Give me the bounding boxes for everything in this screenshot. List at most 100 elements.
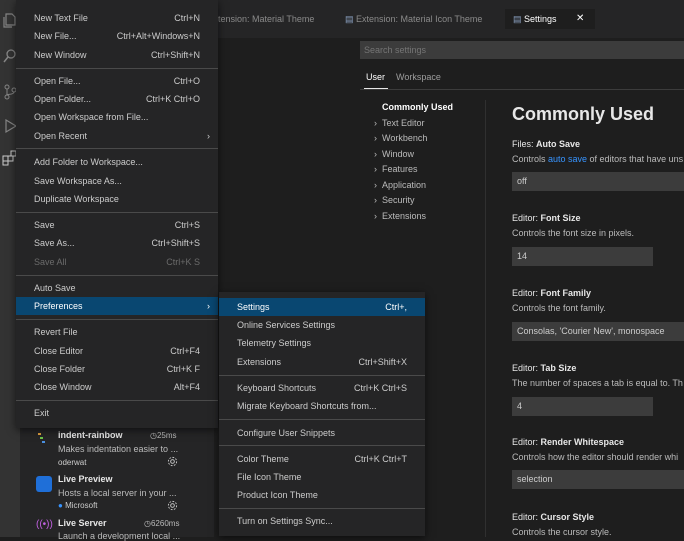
- setting-description: Controls auto save of editors that have …: [512, 154, 684, 164]
- menu-item-new-window[interactable]: New Window Ctrl+Shift+N: [16, 46, 218, 64]
- tab-workspace[interactable]: Workspace: [396, 72, 441, 82]
- menu-item-preferences[interactable]: Preferences ›: [16, 297, 218, 315]
- menu-item-keyboard-shortcuts[interactable]: Keyboard Shortcuts Ctrl+K Ctrl+S: [219, 379, 425, 397]
- menu-item-exit[interactable]: Exit: [16, 404, 218, 422]
- menu-separator: [219, 419, 425, 420]
- tab-user[interactable]: User: [366, 72, 385, 82]
- toc-features[interactable]: › Features: [374, 164, 418, 174]
- toc-application[interactable]: › Application: [374, 180, 426, 190]
- menu-item-save-as[interactable]: Save As... Ctrl+Shift+S: [16, 234, 218, 252]
- menu-item-migrate-keyboard-shortcuts[interactable]: Migrate Keyboard Shortcuts from...: [219, 397, 425, 415]
- menu-separator: [16, 68, 218, 69]
- menu-separator: [219, 508, 425, 509]
- menu-item-close-folder[interactable]: Close Folder Ctrl+K F: [16, 360, 218, 378]
- chevron-right-icon: ›: [374, 118, 377, 128]
- menu-item-close-window[interactable]: Close Window Alt+F4: [16, 378, 218, 396]
- menu-item-color-theme[interactable]: Color Theme Ctrl+K Ctrl+T: [219, 450, 425, 468]
- menu-item-turn-on-settings-sync[interactable]: Turn on Settings Sync...: [219, 512, 425, 530]
- menu-item-save-all: Save All Ctrl+K S: [34, 257, 200, 267]
- search-settings-input[interactable]: [360, 41, 684, 59]
- menu-item-open-workspace[interactable]: Open Workspace from File...: [16, 108, 218, 126]
- setting-description: Controls the font size in pixels.: [512, 228, 635, 238]
- activation-time: ◷25ms: [150, 431, 177, 440]
- extension-publisher[interactable]: oderwat: [58, 458, 86, 467]
- menu-item-open-folder[interactable]: Open Folder... Ctrl+K Ctrl+O: [16, 90, 218, 108]
- setting-title: Editor: Render Whitespace: [512, 437, 625, 447]
- auto-save-select[interactable]: off: [512, 172, 684, 191]
- setting-description: Controls the font family.: [512, 303, 606, 313]
- toc-commonly-used[interactable]: Commonly Used: [382, 102, 453, 112]
- menu-item-new-text-file[interactable]: New Text File Ctrl+N: [16, 9, 218, 27]
- verified-icon: ●: [58, 501, 63, 510]
- clock-icon: ◷: [150, 431, 157, 440]
- extension-name[interactable]: Live Server: [58, 518, 107, 528]
- menu-item-extensions[interactable]: Extensions Ctrl+Shift+X: [219, 353, 425, 371]
- tab-settings[interactable]: ▤ Settings: [513, 9, 557, 29]
- toc-workbench[interactable]: › Workbench: [374, 133, 427, 143]
- toc-divider: [485, 100, 486, 537]
- toc-extensions[interactable]: › Extensions: [374, 211, 426, 221]
- menu-item-add-folder[interactable]: Add Folder to Workspace...: [16, 153, 218, 171]
- extension-description: Makes indentation easier to ...: [58, 444, 179, 454]
- toc-window[interactable]: › Window: [374, 149, 414, 159]
- activation-time: ◷6260ms: [144, 519, 180, 528]
- chevron-right-icon: ›: [374, 133, 377, 143]
- menu-item-new-file[interactable]: New File... Ctrl+Alt+Windows+N: [16, 27, 218, 45]
- extension-name[interactable]: indent-rainbow: [58, 430, 123, 440]
- tab-size-input[interactable]: 4: [512, 397, 653, 416]
- menu-separator: [16, 400, 218, 401]
- menu-item-file-icon-theme[interactable]: File Icon Theme: [219, 468, 425, 486]
- divider: [360, 89, 684, 90]
- chevron-right-icon: ›: [374, 164, 377, 174]
- menu-item-settings[interactable]: Settings Ctrl+,: [219, 298, 425, 316]
- menu-item-configure-user-snippets[interactable]: Configure User Snippets: [219, 424, 425, 442]
- setting-description: Controls how the editor should render wh…: [512, 452, 679, 462]
- menu-item-auto-save[interactable]: Auto Save: [16, 279, 218, 297]
- menu-item-duplicate-workspace[interactable]: Duplicate Workspace: [16, 190, 218, 208]
- extension-publisher[interactable]: ● Microsoft: [58, 501, 98, 510]
- setting-description: Controls the cursor style.: [512, 527, 612, 537]
- font-family-input[interactable]: Consolas, 'Courier New', monospace: [512, 322, 684, 341]
- font-size-input[interactable]: 14: [512, 247, 653, 266]
- menu-item-telemetry-settings[interactable]: Telemetry Settings: [219, 334, 425, 352]
- menu-item-open-recent[interactable]: Open Recent ›: [16, 127, 218, 145]
- settings-file-icon: ▤: [513, 14, 522, 24]
- setting-title: Editor: Cursor Style: [512, 512, 595, 522]
- toc-text-editor[interactable]: › Text Editor: [374, 118, 425, 128]
- menu-item-save[interactable]: Save Ctrl+S: [16, 216, 218, 234]
- menu-separator: [16, 319, 218, 320]
- gear-icon[interactable]: [167, 500, 178, 511]
- menu-separator: [219, 375, 425, 376]
- menu-separator: [16, 275, 218, 276]
- tab-material-theme[interactable]: tension: Material Theme: [218, 9, 314, 29]
- chevron-right-icon: ›: [374, 211, 377, 221]
- menu-separator: [16, 212, 218, 213]
- menu-item-save-workspace-as[interactable]: Save Workspace As...: [16, 172, 218, 190]
- setting-title: Files: Auto Save: [512, 139, 581, 149]
- menu-separator: [16, 148, 218, 149]
- close-icon[interactable]: ✕: [576, 9, 584, 29]
- setting-description: The number of spaces a tab is equal to. …: [512, 378, 683, 388]
- auto-save-link[interactable]: auto save: [548, 154, 587, 164]
- active-scope-indicator: [364, 88, 388, 89]
- menu-item-open-file[interactable]: Open File... Ctrl+O: [16, 72, 218, 90]
- extension-description: Hosts a local server in your ...: [58, 488, 177, 498]
- render-whitespace-select[interactable]: selection: [512, 470, 684, 489]
- setting-title: Editor: Font Family: [512, 288, 592, 298]
- extension-description: Launch a development local ...: [58, 531, 181, 541]
- menu-item-revert-file[interactable]: Revert File: [16, 323, 218, 341]
- toc-security[interactable]: › Security: [374, 195, 415, 205]
- tab-material-icon-theme[interactable]: ▤ Extension: Material Icon Theme: [345, 9, 482, 29]
- menu-item-product-icon-theme[interactable]: Product Icon Theme: [219, 486, 425, 504]
- extension-name[interactable]: Live Preview: [58, 474, 113, 484]
- live-server-icon: ((•)): [36, 519, 53, 530]
- chevron-right-icon: ›: [207, 301, 210, 311]
- setting-title: Editor: Font Size: [512, 213, 581, 223]
- menu-item-online-services-settings[interactable]: Online Services Settings: [219, 316, 425, 334]
- chevron-right-icon: ›: [207, 131, 210, 141]
- gear-icon[interactable]: [167, 456, 178, 467]
- menu-separator: [219, 445, 425, 446]
- indent-rainbow-icon: [36, 430, 52, 446]
- chevron-right-icon: ›: [374, 149, 377, 159]
- menu-item-close-editor[interactable]: Close Editor Ctrl+F4: [16, 342, 218, 360]
